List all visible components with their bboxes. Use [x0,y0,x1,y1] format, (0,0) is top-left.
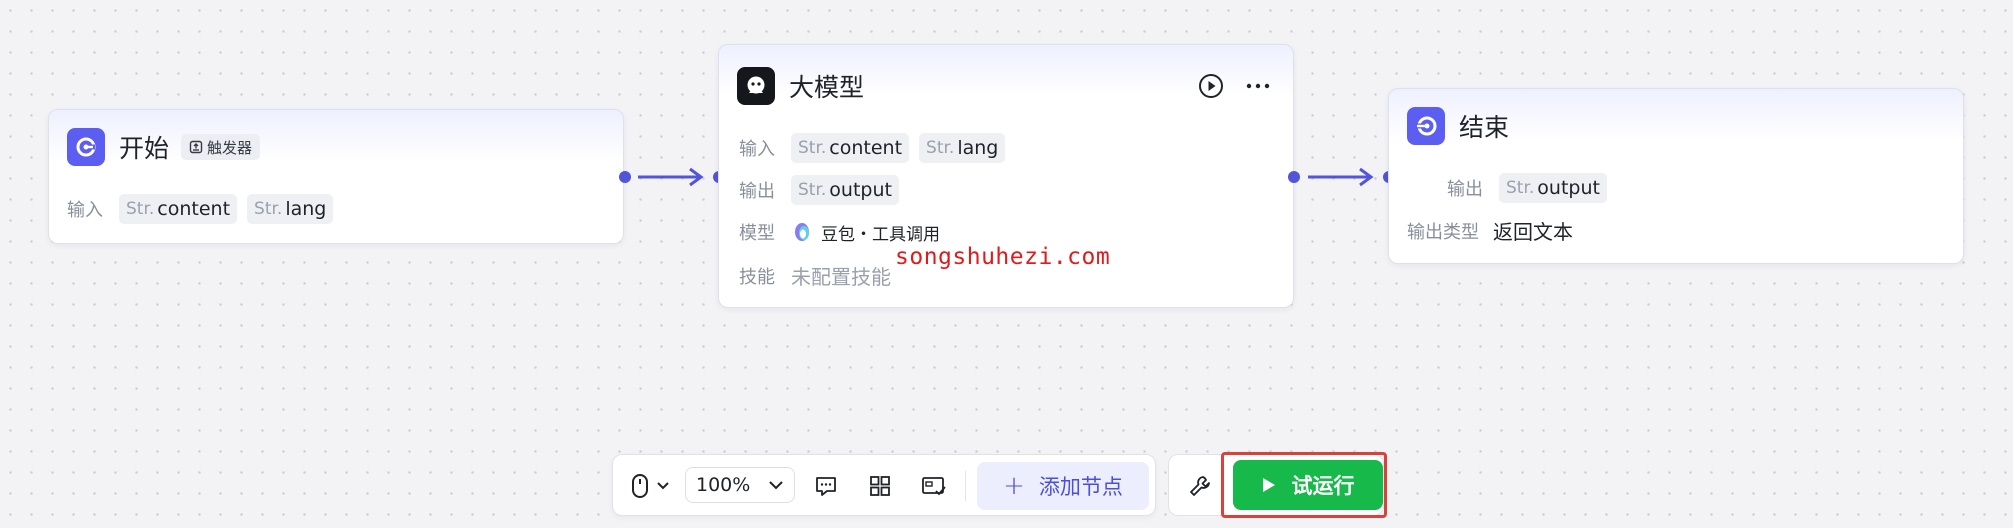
llm-node-header: 大模型 [737,67,864,105]
llm-model-value: 豆包・工具调用 [821,224,940,245]
end-output-label: 输出 [1447,179,1483,200]
wrench-icon [1190,476,1210,496]
end-icon [1407,107,1445,145]
edge-llm-to-end [1308,167,1374,187]
llm-output-chip: Str. output [791,175,899,205]
llm-skill-row: 技能 未配置技能 [739,261,891,290]
trigger-icon [189,140,203,154]
start-node[interactable]: 开始 触发器 输入 Str. content Str. lang [48,109,624,244]
end-output-type-label: 输出类型 [1407,221,1479,243]
llm-input-chip-content: Str. content [791,133,910,163]
doubao-logo-icon [795,223,809,241]
llm-model-row: 模型 豆包・工具调用 [739,219,940,245]
mouse-icon [632,474,648,498]
start-icon [67,128,105,166]
grid-icon [870,476,890,496]
end-output-row: 输出 Str. output [1447,173,1607,203]
highlight-box [1221,452,1387,518]
end-output-type-value: 返回文本 [1493,220,1573,244]
start-output-port[interactable] [619,171,631,183]
end-output-type-row: 输出类型 返回文本 [1407,216,1573,245]
end-output-chip: Str. output [1499,173,1607,203]
play-circle-icon[interactable] [1197,72,1225,100]
watermark-text: songshuhezi.com [895,244,1111,270]
llm-output-row: 输出 Str. output [739,175,899,205]
llm-robot-icon [737,67,775,105]
edge-start-to-llm [638,167,704,187]
trigger-tag-label: 触发器 [207,138,253,157]
llm-node-actions [1197,72,1271,100]
llm-output-port[interactable] [1288,171,1300,183]
start-input-chip-content: Str. content [119,194,238,224]
llm-model-label: 模型 [739,223,775,244]
zoom-value: 100% [696,474,751,496]
more-icon[interactable] [1245,72,1271,100]
start-node-header: 开始 触发器 [67,128,261,166]
comment-icon [816,477,836,496]
start-input-label: 输入 [67,200,103,221]
plus-icon: + [1003,471,1025,501]
llm-input-chip-lang: Str. lang [919,133,1006,163]
end-node[interactable]: 结束 输出 Str. output 输出类型 返回文本 [1388,88,1964,264]
llm-output-label: 输出 [739,181,775,202]
minimap-button[interactable] [917,469,951,503]
add-node-label: 添加节点 [1038,475,1123,499]
end-node-header: 结束 [1407,107,1509,145]
chevron-down-icon [657,482,669,490]
comment-button[interactable] [809,469,843,503]
toolbar-divider [965,471,966,501]
chevron-down-icon [769,481,783,490]
trigger-tag: 触发器 [181,134,261,160]
llm-input-row: 输入 Str. content Str. lang [739,133,1006,163]
auto-layout-button[interactable] [863,469,897,503]
minimap-icon [922,477,946,496]
start-input-row: 输入 Str. content Str. lang [67,194,334,224]
zoom-select[interactable]: 100% [685,467,795,503]
start-input-chip-lang: Str. lang [247,194,334,224]
llm-skill-label: 技能 [739,266,775,288]
interaction-mode-button[interactable] [623,469,677,503]
canvas-toolbar: 100% + 添加节点 [612,454,1156,516]
add-node-button[interactable]: + 添加节点 [977,462,1149,510]
start-node-title: 开始 [119,134,170,163]
llm-input-label: 输入 [739,139,775,160]
llm-node-title: 大模型 [789,73,865,102]
debug-tool-button[interactable] [1183,469,1217,503]
llm-skill-value: 未配置技能 [791,265,891,289]
end-node-title: 结束 [1459,113,1510,142]
